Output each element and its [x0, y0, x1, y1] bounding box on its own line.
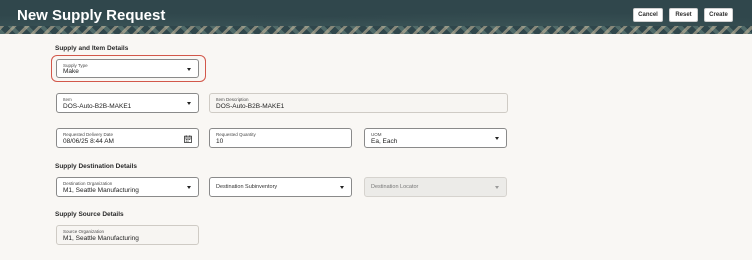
uom-select[interactable]: UOM Ea, Each [364, 128, 507, 148]
source-organization-field: Source Organization M1, Seattle Manufact… [56, 225, 199, 245]
requested-quantity-input[interactable]: Requested Quantity 10 [209, 128, 352, 148]
destination-subinventory-select[interactable]: Destination Subinventory [209, 177, 352, 197]
source-organization-label: Source Organization [63, 229, 105, 234]
reset-button[interactable]: Reset [669, 8, 698, 22]
page-title: New Supply Request [17, 7, 166, 24]
section-title-source: Supply Source Details [55, 211, 124, 218]
create-button[interactable]: Create [704, 8, 733, 22]
chevron-down-icon [187, 68, 191, 71]
chevron-down-icon [495, 186, 499, 189]
section-title-destination: Supply Destination Details [55, 163, 137, 170]
item-description-value: DOS-Auto-B2B-MAKE1 [216, 103, 285, 110]
item-select[interactable]: Item DOS-Auto-B2B-MAKE1 [56, 93, 199, 113]
destination-organization-value: M1, Seattle Manufacturing [63, 187, 139, 194]
chevron-down-icon [187, 102, 191, 105]
supply-type-select[interactable]: Supply Type Make [56, 59, 199, 78]
requested-delivery-date-label: Requested Delivery Date [63, 132, 114, 137]
section-title-supply-item: Supply and Item Details [55, 45, 129, 52]
supply-type-value: Make [63, 68, 79, 75]
form-content: Supply and Item Details Supply Type Make… [0, 34, 752, 260]
item-label: Item [63, 97, 72, 102]
calendar-icon[interactable] [184, 135, 192, 143]
page-header: New Supply Request Cancel Reset Create [0, 0, 752, 34]
destination-organization-label: Destination Organization [63, 181, 113, 186]
header-pattern [0, 26, 752, 34]
item-value: DOS-Auto-B2B-MAKE1 [63, 103, 132, 110]
cancel-button[interactable]: Cancel [633, 8, 663, 22]
destination-locator-label: Destination Locator [371, 184, 419, 190]
uom-label: UOM [371, 132, 382, 137]
item-description-field: Item Description DOS-Auto-B2B-MAKE1 [209, 93, 508, 113]
chevron-down-icon [340, 186, 344, 189]
destination-organization-select[interactable]: Destination Organization M1, Seattle Man… [56, 177, 199, 197]
destination-subinventory-label: Destination Subinventory [216, 184, 278, 190]
requested-delivery-date-input[interactable]: Requested Delivery Date 08/06/25 8:44 AM [56, 128, 199, 148]
requested-delivery-date-value: 08/06/25 8:44 AM [63, 138, 114, 145]
chevron-down-icon [495, 137, 499, 140]
destination-locator-select: Destination Locator [364, 177, 507, 197]
item-description-label: Item Description [216, 97, 249, 102]
source-organization-value: M1, Seattle Manufacturing [63, 235, 139, 242]
chevron-down-icon [187, 186, 191, 189]
uom-value: Ea, Each [371, 138, 398, 145]
requested-quantity-value: 10 [216, 138, 224, 145]
requested-quantity-label: Requested Quantity [216, 132, 256, 137]
